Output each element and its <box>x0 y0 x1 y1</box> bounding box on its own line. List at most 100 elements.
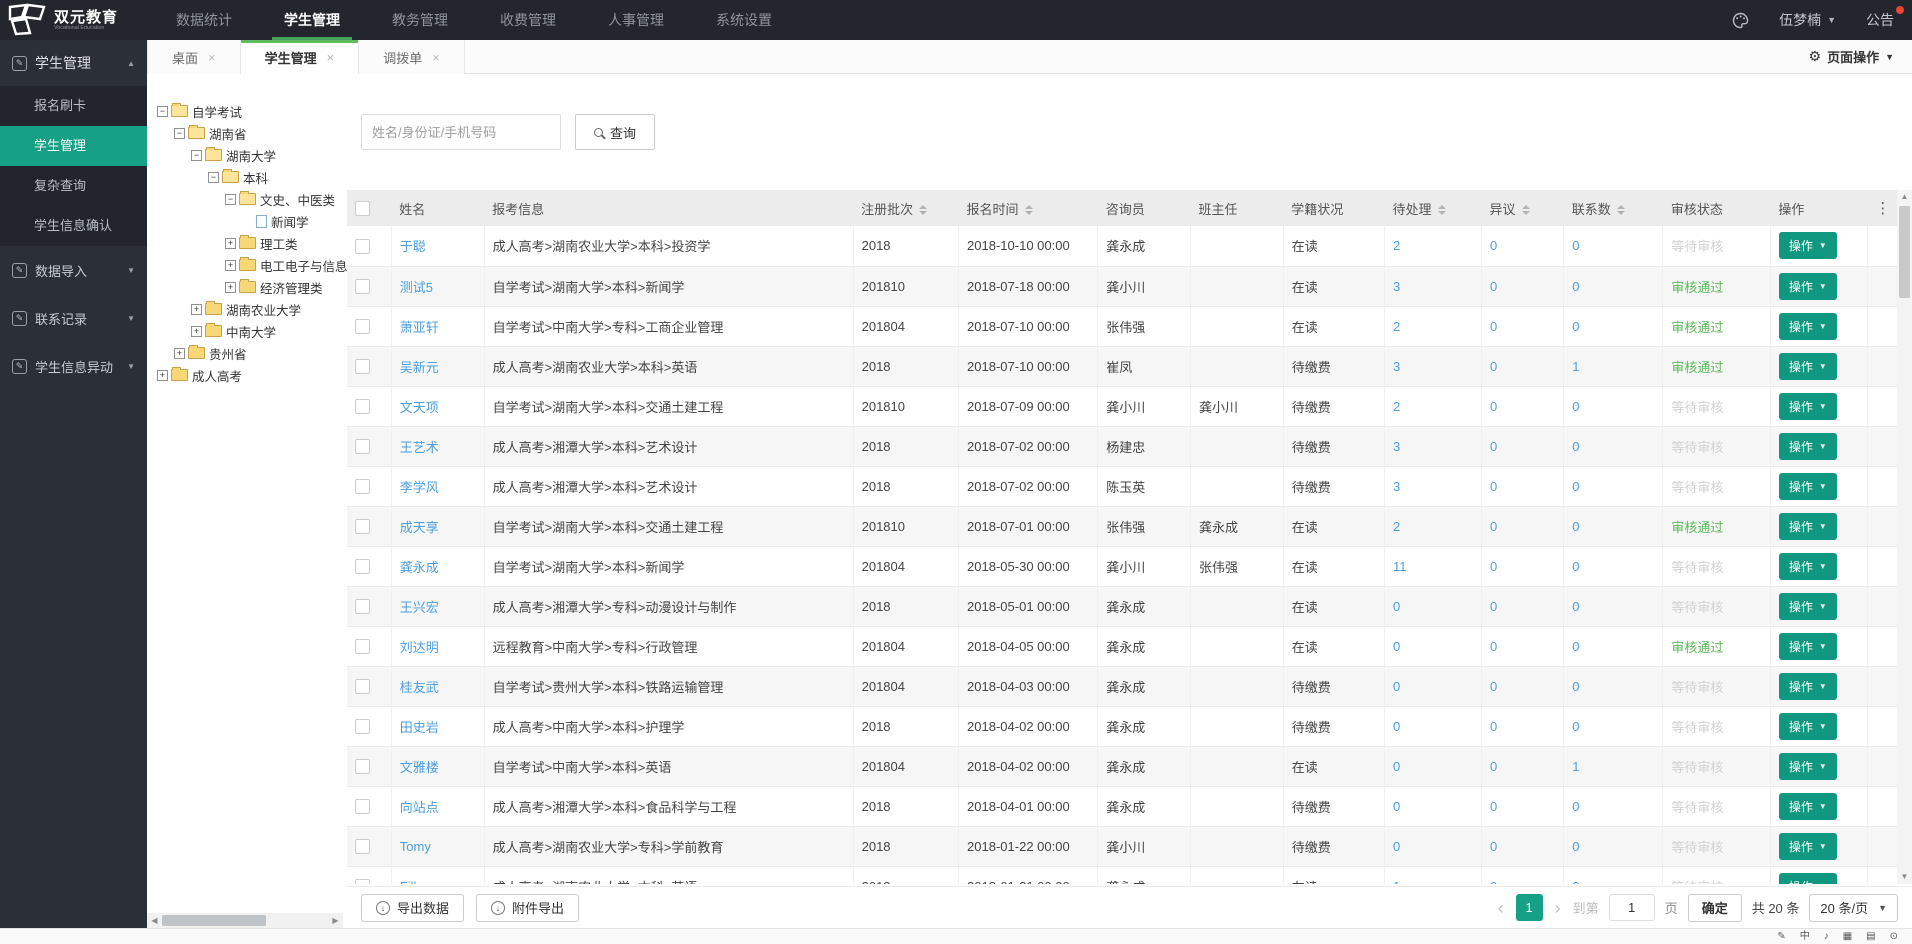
column-header-objection[interactable]: 异议 <box>1482 190 1564 226</box>
collapse-icon[interactable]: − <box>191 150 202 161</box>
pending-count-link[interactable]: 3 <box>1385 466 1482 506</box>
tab-desktop[interactable]: 桌面× <box>147 40 241 74</box>
objection-count-link[interactable]: 0 <box>1482 826 1564 866</box>
expand-icon[interactable]: + <box>225 260 236 271</box>
announcements-link[interactable]: 公告 <box>1866 10 1894 30</box>
row-checkbox[interactable] <box>355 399 370 414</box>
close-icon[interactable]: × <box>208 50 216 65</box>
objection-count-link[interactable]: 0 <box>1482 586 1564 626</box>
expand-icon[interactable]: + <box>191 304 202 315</box>
scrollbar-thumb[interactable] <box>1899 206 1910 298</box>
tree-node-label[interactable]: 新闻学 <box>271 212 309 231</box>
row-action-button[interactable]: 操作▼ <box>1779 873 1837 885</box>
tree-node-label[interactable]: 经济管理类 <box>260 278 323 297</box>
student-name-link[interactable]: 龚永成 <box>391 546 484 586</box>
tab-student-management[interactable]: 学生管理× <box>241 40 360 74</box>
notes-tray-icon[interactable]: ▤ <box>1866 930 1875 944</box>
close-icon[interactable]: × <box>327 50 335 65</box>
pending-count-link[interactable]: 2 <box>1385 386 1482 426</box>
contacts-count-link[interactable]: 1 <box>1564 746 1663 786</box>
collapse-icon[interactable]: − <box>174 128 185 139</box>
sort-icon[interactable] <box>1438 205 1446 215</box>
contacts-count-link[interactable]: 0 <box>1564 226 1663 266</box>
student-name-link[interactable]: 桂友武 <box>391 666 484 706</box>
row-action-button[interactable]: 操作▼ <box>1779 593 1837 620</box>
contacts-count-link[interactable]: 0 <box>1564 706 1663 746</box>
contacts-count-link[interactable]: 0 <box>1564 666 1663 706</box>
contacts-count-link[interactable]: 0 <box>1564 266 1663 306</box>
page-actions-button[interactable]: ⚙ 页面操作 ▼ <box>1791 40 1912 73</box>
column-header-batch[interactable]: 注册批次 <box>853 190 958 226</box>
contacts-count-link[interactable]: 0 <box>1564 866 1663 884</box>
student-name-link[interactable]: 王兴宏 <box>391 586 484 626</box>
student-name-link[interactable]: 田史岩 <box>391 706 484 746</box>
contacts-count-link[interactable]: 0 <box>1564 306 1663 346</box>
row-checkbox[interactable] <box>355 359 370 374</box>
objection-count-link[interactable]: 0 <box>1482 866 1564 884</box>
pending-count-link[interactable]: 2 <box>1385 306 1482 346</box>
contacts-count-link[interactable]: 0 <box>1564 626 1663 666</box>
row-checkbox[interactable] <box>355 839 370 854</box>
tree-node-label[interactable]: 中南大学 <box>226 322 276 341</box>
collapse-icon[interactable]: − <box>208 172 219 183</box>
objection-count-link[interactable]: 0 <box>1482 226 1564 266</box>
ime-tray-icon[interactable]: 中 <box>1800 930 1810 944</box>
row-action-button[interactable]: 操作▼ <box>1779 353 1837 380</box>
scroll-right-icon[interactable]: ▶ <box>328 916 343 925</box>
scroll-up-icon[interactable]: ▲ <box>1901 190 1909 204</box>
search-button[interactable]: 查询 <box>575 114 655 150</box>
expand-icon[interactable]: + <box>225 282 236 293</box>
objection-count-link[interactable]: 0 <box>1482 266 1564 306</box>
row-checkbox[interactable] <box>355 439 370 454</box>
expand-icon[interactable]: + <box>157 370 168 381</box>
objection-count-link[interactable]: 0 <box>1482 386 1564 426</box>
pending-count-link[interactable]: 0 <box>1385 746 1482 786</box>
pending-count-link[interactable]: 0 <box>1385 666 1482 706</box>
student-name-link[interactable]: 萧亚轩 <box>391 306 484 346</box>
row-checkbox[interactable] <box>355 719 370 734</box>
scrollbar-thumb[interactable] <box>162 915 266 926</box>
collapse-icon[interactable]: − <box>157 106 168 117</box>
pending-count-link[interactable]: 0 <box>1385 786 1482 826</box>
sidebar-item-student-info-confirm[interactable]: 学生信息确认 <box>0 206 147 246</box>
objection-count-link[interactable]: 0 <box>1482 786 1564 826</box>
search-input[interactable] <box>361 114 561 150</box>
contacts-count-link[interactable]: 0 <box>1564 586 1663 626</box>
pending-count-link[interactable]: 11 <box>1385 546 1482 586</box>
pending-count-link[interactable]: 3 <box>1385 266 1482 306</box>
tree-node-label[interactable]: 成人高考 <box>192 366 242 385</box>
row-checkbox[interactable] <box>355 599 370 614</box>
user-menu[interactable]: 伍梦楠 ▼ <box>1779 10 1836 30</box>
row-action-button[interactable]: 操作▼ <box>1779 713 1837 740</box>
sidebar-item-registration-card[interactable]: 报名刷卡 <box>0 86 147 126</box>
display-tray-icon[interactable]: ▦ <box>1843 930 1852 944</box>
row-action-button[interactable]: 操作▼ <box>1779 313 1837 340</box>
contacts-count-link[interactable]: 0 <box>1564 826 1663 866</box>
row-action-button[interactable]: 操作▼ <box>1779 553 1837 580</box>
sort-icon[interactable] <box>919 205 927 215</box>
row-checkbox[interactable] <box>355 239 370 254</box>
row-checkbox[interactable] <box>355 559 370 574</box>
row-action-button[interactable]: 操作▼ <box>1779 793 1837 820</box>
column-header-contacts[interactable]: 联系数 <box>1564 190 1663 226</box>
expand-icon[interactable]: + <box>174 348 185 359</box>
sidebar-group-data-import[interactable]: ✎数据导入▼ <box>0 246 147 294</box>
objection-count-link[interactable]: 0 <box>1482 746 1564 786</box>
student-name-link[interactable]: 李学风 <box>391 466 484 506</box>
pending-count-link[interactable]: 3 <box>1385 346 1482 386</box>
expand-icon[interactable]: + <box>191 326 202 337</box>
select-all-checkbox[interactable] <box>355 201 370 216</box>
row-action-button[interactable]: 操作▼ <box>1779 833 1837 860</box>
objection-count-link[interactable]: 0 <box>1482 666 1564 706</box>
pending-count-link[interactable]: 2 <box>1385 226 1482 266</box>
contacts-count-link[interactable]: 0 <box>1564 426 1663 466</box>
student-name-link[interactable]: Tomy <box>391 826 484 866</box>
row-action-button[interactable]: 操作▼ <box>1779 673 1837 700</box>
objection-count-link[interactable]: 0 <box>1482 466 1564 506</box>
row-action-button[interactable]: 操作▼ <box>1779 232 1837 259</box>
expand-icon[interactable]: + <box>225 238 236 249</box>
row-checkbox[interactable] <box>355 759 370 774</box>
row-action-button[interactable]: 操作▼ <box>1779 753 1837 780</box>
row-action-button[interactable]: 操作▼ <box>1779 633 1837 660</box>
tab-transfer-order[interactable]: 调拨单× <box>359 40 465 74</box>
